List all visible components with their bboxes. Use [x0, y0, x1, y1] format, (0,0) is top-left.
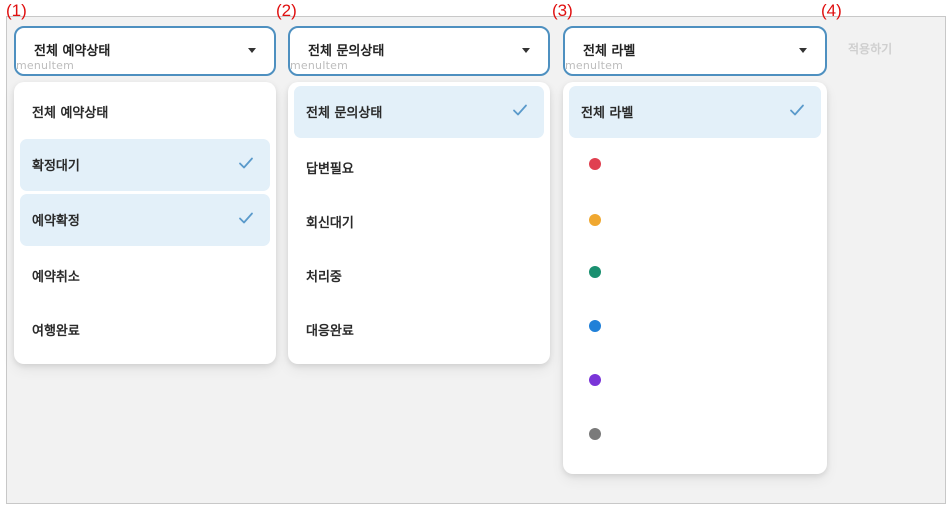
- menu-item-awaiting-reply[interactable]: 회신대기: [294, 196, 544, 248]
- menu-item-label: 예약취소: [32, 270, 80, 285]
- menu-item-label-purple[interactable]: [569, 354, 821, 406]
- orange-dot-icon: [589, 214, 601, 226]
- reservation-status-select[interactable]: 전체 예약상태 menuItem: [14, 26, 276, 76]
- menu-item-all-inquiry[interactable]: 전체 문의상태: [294, 86, 544, 138]
- inquiry-status-value: 전체 문의상태: [308, 44, 385, 59]
- menu-item-label-gray[interactable]: [569, 408, 821, 460]
- reservation-status-menu: 전체 예약상태 확정대기 예약확정 예약취소 여행완료: [14, 82, 276, 364]
- annotation-marker-2: (2): [276, 1, 297, 20]
- check-icon: [239, 157, 253, 169]
- menu-item-label: 회신대기: [306, 216, 354, 231]
- menu-item-label: 대응완료: [306, 324, 354, 339]
- menu-item-label: 확정대기: [32, 159, 80, 174]
- menu-item-cancelled[interactable]: 예약취소: [20, 250, 270, 302]
- menu-item-resolved[interactable]: 대응완료: [294, 304, 544, 356]
- label-menu: 전체 라벨: [563, 82, 827, 474]
- blue-dot-icon: [589, 320, 601, 332]
- label-select-value: 전체 라벨: [583, 44, 636, 59]
- red-dot-icon: [589, 158, 601, 170]
- annotation-marker-3: (3): [552, 1, 573, 20]
- menu-item-label-blue[interactable]: [569, 300, 821, 352]
- ghost-menuitem-text: menuItem: [565, 59, 624, 72]
- menu-item-label-orange[interactable]: [569, 194, 821, 246]
- apply-button[interactable]: 적용하기: [848, 40, 892, 57]
- menu-item-needs-answer[interactable]: 답변필요: [294, 142, 544, 194]
- annotation-marker-1: (1): [6, 1, 27, 20]
- check-icon: [790, 104, 804, 116]
- menu-item-label: 예약확정: [32, 214, 80, 229]
- label-select[interactable]: 전체 라벨 menuItem: [563, 26, 827, 76]
- gray-dot-icon: [589, 428, 601, 440]
- chevron-down-icon: [799, 48, 807, 53]
- menu-item-label-green[interactable]: [569, 246, 821, 298]
- check-icon: [513, 104, 527, 116]
- menu-item-label-red[interactable]: [569, 138, 821, 190]
- menu-item-pending-confirm[interactable]: 확정대기: [20, 139, 270, 191]
- menu-item-label: 처리중: [306, 270, 342, 285]
- inquiry-status-menu: 전체 문의상태 답변필요 회신대기 처리중 대응완료: [288, 82, 550, 364]
- menu-item-label: 여행완료: [32, 324, 80, 339]
- menu-item-all-labels[interactable]: 전체 라벨: [569, 86, 821, 138]
- menu-item-confirmed[interactable]: 예약확정: [20, 194, 270, 246]
- menu-item-label: 전체 라벨: [581, 106, 634, 121]
- ghost-menuitem-text: menuItem: [290, 59, 349, 72]
- menu-item-label: 답변필요: [306, 162, 354, 177]
- chevron-down-icon: [522, 48, 530, 53]
- reservation-status-value: 전체 예약상태: [34, 44, 111, 59]
- check-icon: [239, 212, 253, 224]
- menu-item-label: 전체 예약상태: [32, 106, 109, 121]
- green-dot-icon: [589, 266, 601, 278]
- ghost-menuitem-text: menuItem: [16, 59, 75, 72]
- chevron-down-icon: [248, 48, 256, 53]
- purple-dot-icon: [589, 374, 601, 386]
- annotation-marker-4: (4): [821, 1, 842, 20]
- inquiry-status-select[interactable]: 전체 문의상태 menuItem: [288, 26, 550, 76]
- menu-item-trip-completed[interactable]: 여행완료: [20, 304, 270, 356]
- menu-item-all-reservation[interactable]: 전체 예약상태: [20, 86, 270, 138]
- menu-item-label: 전체 문의상태: [306, 106, 383, 121]
- menu-item-in-progress[interactable]: 처리중: [294, 250, 544, 302]
